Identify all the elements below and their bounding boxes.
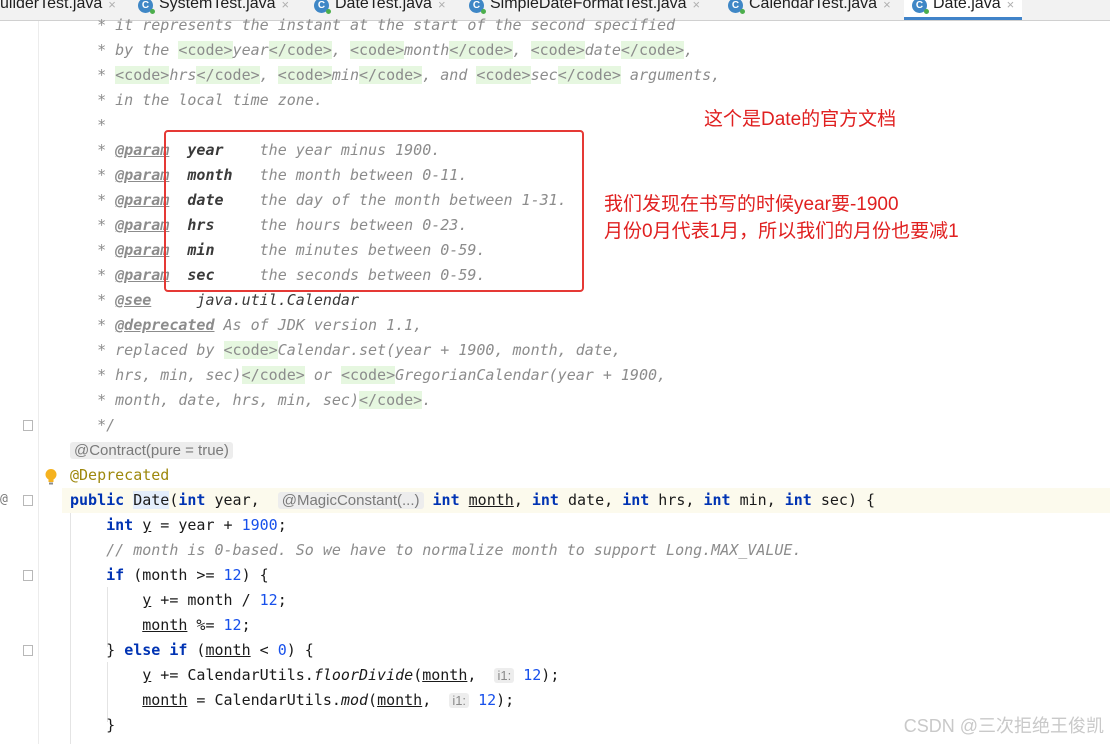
param-hint: i1: [449, 693, 470, 708]
code-line: month %= 12; [142, 616, 251, 634]
annotation-finding-1: 我们发现在书写的时候year要-1900 [604, 194, 899, 215]
fold-marker-icon[interactable] [23, 420, 33, 431]
annotation-official-doc: 这个是Date的官方文档 [704, 109, 897, 130]
see-ref[interactable]: java.util.Calendar [196, 291, 359, 309]
code-line: * month, date, hrs, min, sec)</code>. [70, 391, 432, 409]
doc-text: it represents the instant at the start o… [115, 16, 676, 34]
magic-constant-inlay[interactable]: @MagicConstant(...) [277, 492, 424, 509]
lightbulb-icon[interactable] [44, 468, 58, 486]
param-hint: i1: [494, 668, 515, 683]
watermark: CSDN @三次拒绝王俊凯 [903, 716, 1104, 736]
param-tag: @param [115, 241, 170, 259]
code-line: } else if (month < 0) { [70, 641, 314, 659]
code-line: // month is 0-based. So we have to norma… [62, 538, 1110, 563]
code-line: int y = year + 1900; [106, 516, 287, 534]
code-line: */ [70, 416, 116, 434]
param-tag: @param [115, 166, 170, 184]
gutter-divider [38, 21, 39, 744]
code-line: * by the <code>year</code>, <code>month<… [70, 41, 694, 59]
highlight-box [164, 130, 584, 292]
see-tag: @see [115, 291, 152, 309]
fold-marker-icon[interactable] [23, 645, 33, 656]
code-line: y += month / 12; [142, 591, 287, 609]
fold-marker-icon[interactable] [23, 495, 33, 506]
code-line: if (month >= 12) { [106, 566, 269, 584]
doc-text: in the local time zone. [115, 91, 323, 109]
contract-inlay[interactable]: @Contract(pure = true) [70, 442, 233, 459]
code-line: month = CalendarUtils.mod(month, i1: 12)… [142, 691, 515, 709]
code-line: * replaced by <code>Calendar.set(year + … [70, 341, 621, 359]
code-line: * in the local time zone. [70, 91, 323, 109]
code-comment: // month is 0-based. So we have to norma… [106, 541, 802, 559]
annotation-line: @Deprecated [62, 463, 1110, 488]
editor-gutter [0, 21, 62, 744]
deprecated-line: * @deprecated As of JDK version 1.1, [70, 316, 423, 334]
param-tag: @param [115, 216, 170, 234]
fold-marker-icon[interactable] [23, 570, 33, 581]
code-line: * it represents the instant at the start… [70, 16, 676, 34]
code-line: * <code>hrs</code>, <code>min</code>, an… [70, 66, 721, 84]
override-marker-icon[interactable]: @ [0, 492, 8, 507]
code-editor[interactable]: * it represents the instant at the start… [62, 0, 1110, 744]
param-tag: @param [115, 141, 170, 159]
code-line: * hrs, min, sec)</code> or <code>Gregori… [70, 366, 667, 384]
deprecated-text: As of JDK version 1.1, [223, 316, 423, 334]
param-tag: @param [115, 266, 170, 284]
annotation-finding-2: 月份0月代表1月，所以我们的月份也要减1 [604, 221, 959, 242]
contract-inlay-line: @Contract(pure = true) [62, 438, 1110, 463]
deprecated-annotation: @Deprecated [70, 466, 170, 484]
method-signature-line: public Date(int year, @MagicConstant(...… [62, 488, 1110, 513]
code-line: y += CalendarUtils.floorDivide(month, i1… [142, 666, 560, 684]
deprecated-tag: @deprecated [115, 316, 215, 334]
param-tag: @param [115, 191, 170, 209]
